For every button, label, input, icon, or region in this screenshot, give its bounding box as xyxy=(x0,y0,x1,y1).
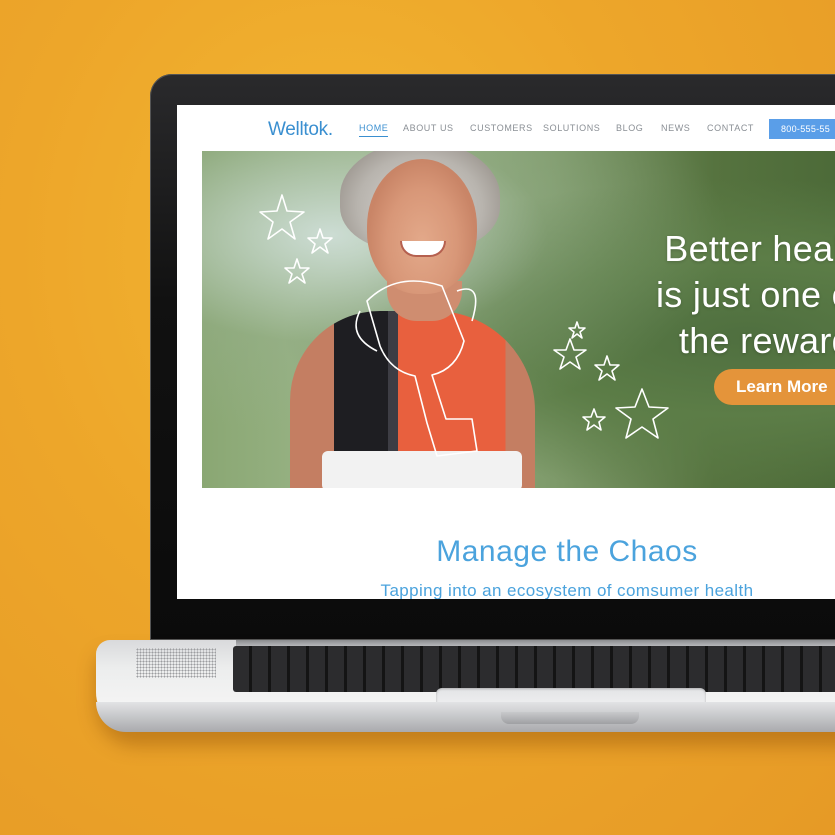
welltok-logo[interactable]: Welltok. xyxy=(268,119,333,141)
speaker-grille xyxy=(136,648,216,678)
keyboard xyxy=(233,646,835,692)
nav-home[interactable]: HOME xyxy=(359,123,389,137)
laptop-screen: Welltok. HOME ABOUT US CUSTOMERS SOLUTIO… xyxy=(177,105,835,599)
laptop-base-edge xyxy=(96,702,835,732)
star-icon xyxy=(284,258,310,284)
phone-button[interactable]: 800-555-55 xyxy=(769,119,835,139)
star-icon xyxy=(615,388,669,439)
trophy-icon xyxy=(355,280,478,457)
headline-line: the reward xyxy=(678,320,835,361)
nav-blog[interactable]: BLOG xyxy=(616,123,643,133)
star-icon xyxy=(259,194,305,240)
star-icon xyxy=(307,228,333,254)
star-icon xyxy=(568,321,586,339)
headline-line: Better healt xyxy=(664,228,835,269)
nav-news[interactable]: NEWS xyxy=(661,123,690,133)
star-icon xyxy=(582,408,606,431)
hero-banner: Better healt is just one o the reward Le… xyxy=(202,151,835,488)
nav-about-us[interactable]: ABOUT US xyxy=(403,123,454,133)
site-header: Welltok. HOME ABOUT US CUSTOMERS SOLUTIO… xyxy=(177,105,835,151)
nav-contact[interactable]: CONTACT xyxy=(707,123,754,133)
nav-customers[interactable]: CUSTOMERS xyxy=(470,123,533,133)
hero-headline: Better healt is just one o the reward xyxy=(592,226,835,364)
learn-more-button[interactable]: Learn More xyxy=(714,369,835,405)
lid-notch xyxy=(501,712,639,724)
headline-line: is just one o xyxy=(655,274,835,315)
laptop-base xyxy=(96,640,835,732)
star-icon xyxy=(553,338,587,370)
nav-solutions[interactable]: SOLUTIONS xyxy=(543,123,600,133)
